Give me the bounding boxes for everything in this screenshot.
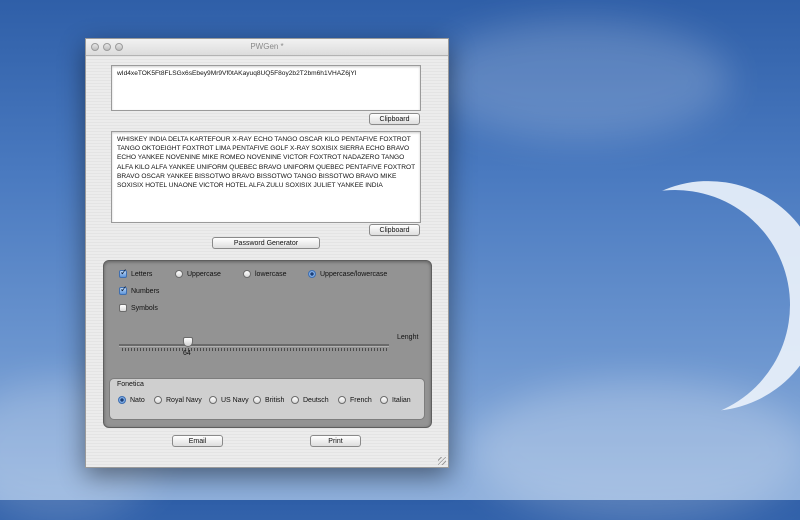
radio-indicator bbox=[175, 270, 183, 278]
radio-indicator bbox=[380, 396, 388, 404]
upper-lower-label: Uppercase/lowercase bbox=[320, 270, 388, 278]
close-window-button[interactable] bbox=[91, 43, 99, 51]
numbers-checkbox[interactable]: Numbers bbox=[119, 285, 160, 295]
fonetica-radio-nato[interactable]: Nato bbox=[118, 396, 145, 404]
clipboard-button-phonetic[interactable]: Clipboard bbox=[369, 224, 420, 236]
checkbox-indicator bbox=[119, 285, 128, 295]
letters-label: Letters bbox=[131, 270, 153, 278]
fonetica-radio-british[interactable]: British bbox=[253, 396, 284, 404]
upper-lower-radio[interactable]: Uppercase/lowercase bbox=[308, 270, 387, 278]
fonetica-option-label: British bbox=[265, 396, 285, 404]
slider-ticks bbox=[122, 348, 388, 351]
window-title: PWGen * bbox=[250, 42, 284, 51]
password-generator-button[interactable]: Password Generator bbox=[212, 237, 320, 249]
length-label: Lenght bbox=[397, 334, 419, 341]
pwgen-window: PWGen * wId4xeTOK5Ft8FLSGx6sEbey9Mr9Vf0t… bbox=[85, 38, 449, 468]
radio-indicator bbox=[291, 396, 299, 404]
uppercase-label: Uppercase bbox=[187, 270, 221, 278]
fonetica-radio-deutsch[interactable]: Deutsch bbox=[291, 396, 329, 404]
radio-indicator bbox=[154, 396, 162, 404]
fonetica-option-label: Deutsch bbox=[303, 396, 329, 404]
lowercase-label: lowercase bbox=[255, 270, 287, 278]
uppercase-radio[interactable]: Uppercase bbox=[175, 270, 221, 278]
print-button[interactable]: Print bbox=[310, 435, 361, 447]
length-value: 64 bbox=[183, 350, 191, 357]
symbols-label: Symbols bbox=[131, 304, 158, 312]
radio-indicator bbox=[118, 396, 126, 404]
window-content: wId4xeTOK5Ft8FLSGx6sEbey9Mr9Vf0tAKayuq8U… bbox=[86, 56, 448, 467]
fonetica-option-label: Nato bbox=[130, 396, 145, 404]
title-bar[interactable]: PWGen * bbox=[86, 39, 448, 56]
cloud bbox=[430, 20, 730, 140]
window-controls bbox=[91, 43, 123, 51]
phonetic-output-field[interactable]: WHISKEY INDIA DELTA KARTEFOUR X-RAY ECHO… bbox=[111, 131, 421, 223]
radio-indicator bbox=[209, 396, 217, 404]
password-text: wId4xeTOK5Ft8FLSGx6sEbey9Mr9Vf0tAKayuq8U… bbox=[117, 70, 357, 77]
fonetica-option-label: US Navy bbox=[221, 396, 249, 404]
letters-checkbox[interactable]: Letters bbox=[119, 268, 153, 278]
symbols-checkbox[interactable]: Symbols bbox=[119, 304, 158, 312]
radio-indicator bbox=[308, 270, 316, 278]
fonetica-radio-us-navy[interactable]: US Navy bbox=[209, 396, 249, 404]
fonetica-option-label: Italian bbox=[392, 396, 411, 404]
options-panel: Letters Uppercase lowercase Uppercase/lo… bbox=[103, 260, 432, 428]
password-output-field[interactable]: wId4xeTOK5Ft8FLSGx6sEbey9Mr9Vf0tAKayuq8U… bbox=[111, 65, 421, 111]
radio-indicator bbox=[243, 270, 251, 278]
radio-indicator bbox=[253, 396, 261, 404]
lowercase-radio[interactable]: lowercase bbox=[243, 270, 287, 278]
zoom-window-button[interactable] bbox=[115, 43, 123, 51]
fonetica-title: Fonetica bbox=[117, 381, 144, 388]
phonetic-text: WHISKEY INDIA DELTA KARTEFOUR X-RAY ECHO… bbox=[117, 136, 416, 190]
numbers-label: Numbers bbox=[131, 287, 160, 295]
radio-indicator bbox=[338, 396, 346, 404]
checkbox-indicator bbox=[119, 304, 127, 312]
fonetica-radio-french[interactable]: French bbox=[338, 396, 372, 404]
email-button[interactable]: Email bbox=[172, 435, 223, 447]
minimize-window-button[interactable] bbox=[103, 43, 111, 51]
length-slider[interactable] bbox=[119, 344, 389, 347]
fonetica-option-label: Royal Navy bbox=[166, 396, 202, 404]
fonetica-group: Fonetica Nato Royal Navy US Navy British bbox=[109, 378, 425, 420]
fonetica-option-label: French bbox=[350, 396, 372, 404]
length-slider-thumb[interactable] bbox=[183, 337, 193, 347]
clipboard-button-password[interactable]: Clipboard bbox=[369, 113, 420, 125]
checkbox-indicator bbox=[119, 268, 128, 278]
resize-grip-icon[interactable] bbox=[438, 457, 446, 465]
fonetica-radio-royal-navy[interactable]: Royal Navy bbox=[154, 396, 202, 404]
fonetica-radio-italian[interactable]: Italian bbox=[380, 396, 411, 404]
